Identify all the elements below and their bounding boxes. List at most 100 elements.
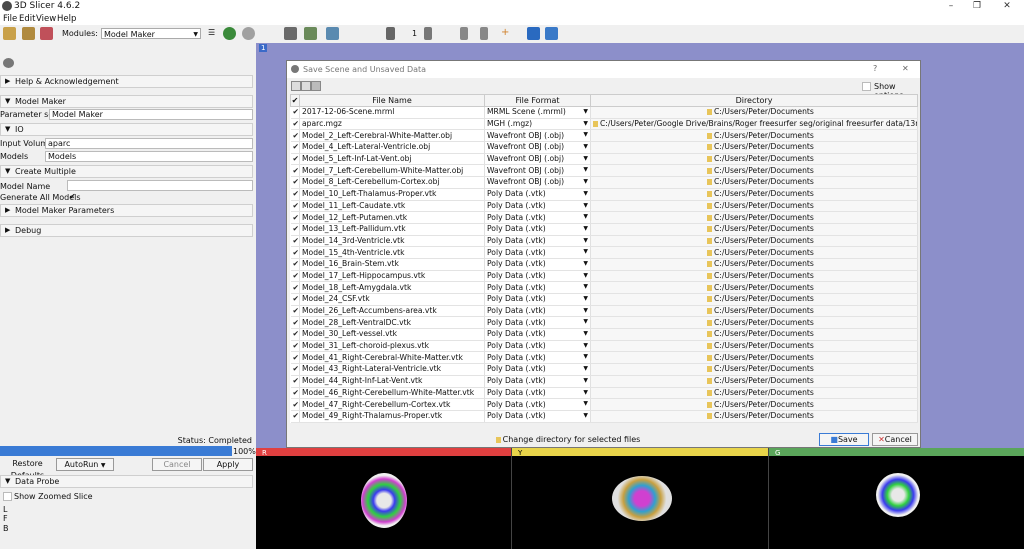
row-directory[interactable]: C:/Users/Peter/Documents (590, 153, 918, 166)
generate-all-checkbox[interactable]: ✔ (69, 192, 76, 201)
row-file-name[interactable]: Model_5_Left-Inf-Lat-Vent.obj (299, 153, 485, 166)
models-select[interactable]: Models (45, 151, 253, 162)
load-dicom-icon[interactable] (22, 27, 35, 40)
row-file-format[interactable]: Wavefront OBJ (.obj) ▼ (484, 164, 591, 178)
table-row[interactable]: ✔ Model_18_Left-Amygdala.vtk Poly Data (.v… (290, 281, 918, 294)
save-icon[interactable] (40, 27, 53, 40)
module-history-icon[interactable]: ☰ (208, 28, 215, 37)
row-directory[interactable]: C:/Users/Peter/Documents (590, 141, 918, 154)
row-checkbox[interactable]: ✔ (290, 118, 300, 131)
cube-view-icon[interactable] (284, 27, 297, 40)
forward-arrow-icon[interactable] (242, 27, 255, 40)
row-file-format[interactable]: Poly Data (.vtk) ▼ (484, 398, 591, 411)
row-checkbox[interactable]: ✔ (290, 223, 300, 236)
slices-view-icon[interactable] (326, 27, 339, 40)
row-checkbox[interactable]: ✔ (290, 141, 300, 154)
model-view-icon[interactable] (304, 27, 317, 40)
row-directory[interactable]: C:/Users/Peter/Documents (590, 176, 918, 189)
row-file-name[interactable]: Model_13_Left-Pallidum.vtk (299, 223, 485, 236)
row-directory[interactable]: C:/Users/Peter/Documents (590, 188, 918, 201)
row-checkbox[interactable]: ✔ (290, 153, 300, 166)
row-file-format[interactable]: Poly Data (.vtk) ▼ (484, 270, 591, 283)
row-file-format[interactable]: Poly Data (.vtk) ▼ (484, 387, 591, 400)
row-file-name[interactable]: Model_16_Brain-Stem.vtk (299, 258, 485, 271)
load-data-icon[interactable] (3, 27, 16, 40)
row-file-format[interactable]: Wavefront OBJ (.obj) ▼ (484, 129, 591, 143)
table-row[interactable]: ✔ Model_31_Left-choroid-plexus.vtk Poly Da… (290, 340, 918, 353)
section-params[interactable]: ▶ Model Maker Parameters (0, 204, 253, 217)
restore-defaults-button[interactable]: Restore Defaults (0, 458, 55, 480)
row-file-format[interactable]: Poly Data (.vtk) ▼ (484, 200, 591, 213)
row-checkbox[interactable]: ✔ (290, 387, 300, 400)
row-checkbox[interactable]: ✔ (290, 363, 300, 376)
slice-view-yellow[interactable]: Y (512, 448, 769, 549)
slice-view-red[interactable]: R (256, 448, 512, 549)
row-file-format[interactable]: MGH (.mgz) ▼ (484, 118, 591, 131)
row-file-name[interactable]: Model_44_Right-Inf-Lat-Vent.vtk (299, 375, 485, 388)
parameter-set-select[interactable]: Model Maker (49, 109, 253, 120)
input-volume-select[interactable]: aparc (45, 138, 253, 149)
row-checkbox[interactable]: ✔ (290, 351, 300, 365)
row-file-format[interactable]: Poly Data (.vtk) ▼ (484, 258, 591, 271)
row-checkbox[interactable]: ✔ (290, 281, 300, 294)
row-file-name[interactable]: Model_31_Left-choroid-plexus.vtk (299, 340, 485, 353)
row-file-format[interactable]: Poly Data (.vtk) ▼ (484, 328, 591, 341)
row-file-format[interactable]: Poly Data (.vtk) ▼ (484, 235, 591, 248)
row-file-name[interactable]: Model_18_Left-Amygdala.vtk (299, 281, 485, 294)
row-directory[interactable]: C:/Users/Peter/Documents (590, 293, 918, 306)
table-row[interactable]: ✔ 2017-12-06-Scene.mrml MRML Scene (.mrml)… (290, 106, 918, 119)
row-directory[interactable]: C:/Users/Peter/Documents (590, 316, 918, 330)
row-directory[interactable]: C:/Users/Peter/Documents (590, 270, 918, 283)
maximize-icon[interactable]: ❐ (964, 0, 990, 13)
row-file-name[interactable]: Model_46_Right-Cerebellum-White-Matter.v… (299, 387, 485, 400)
header-directory[interactable]: Directory (590, 94, 918, 107)
select-all-icon[interactable] (291, 81, 301, 91)
section-create-multiple[interactable]: ▼ Create Multiple (0, 165, 253, 178)
table-row[interactable]: ✔ Model_10_Left-Thalamus-Proper.vtk Poly D… (290, 188, 918, 201)
row-directory[interactable]: C:/Users/Peter/Documents (590, 223, 918, 236)
table-row[interactable]: ✔ Model_12_Left-Putamen.vtk Poly Data (.vt… (290, 211, 918, 224)
row-file-name[interactable]: Model_43_Right-Lateral-Ventricle.vtk (299, 363, 485, 376)
window-level-icon[interactable] (480, 27, 488, 40)
dialog-help-button[interactable]: ? (873, 64, 877, 73)
save-button[interactable]: ■Save (819, 433, 869, 446)
row-file-format[interactable]: Poly Data (.vtk) ▼ (484, 305, 591, 318)
header-check[interactable]: ✔ (290, 94, 300, 107)
row-file-name[interactable]: Model_11_Left-Caudate.vtk (299, 200, 485, 213)
row-file-format[interactable]: MRML Scene (.mrml) ▼ (484, 106, 591, 119)
row-file-format[interactable]: Poly Data (.vtk) ▼ (484, 246, 591, 259)
menu-help[interactable]: Help (57, 14, 76, 24)
view-tab[interactable]: 1 (259, 44, 268, 52)
row-directory[interactable]: C:/Users/Peter/Documents (590, 363, 918, 376)
table-row[interactable]: ✔ Model_47_Right-Cerebellum-Cortex.vtk Pol… (290, 398, 918, 411)
row-file-name[interactable]: Model_47_Right-Cerebellum-Cortex.vtk (299, 398, 485, 411)
row-file-name[interactable]: Model_7_Left-Cerebellum-White-Matter.obj (299, 164, 485, 178)
row-checkbox[interactable]: ✔ (290, 200, 300, 213)
markup-icon[interactable]: + (501, 27, 509, 38)
row-file-format[interactable]: Poly Data (.vtk) ▼ (484, 363, 591, 376)
row-file-format[interactable]: Wavefront OBJ (.obj) ▼ (484, 176, 591, 189)
row-file-format[interactable]: Poly Data (.vtk) ▼ (484, 340, 591, 353)
table-row[interactable]: ✔ Model_2_Left-Cerebral-White-Matter.obj W… (290, 129, 918, 143)
back-arrow-icon[interactable] (223, 27, 236, 40)
row-directory[interactable]: C:/Users/Peter/Documents (590, 340, 918, 353)
row-file-name[interactable]: Model_12_Left-Putamen.vtk (299, 211, 485, 224)
table-row[interactable]: ✔ Model_4_Left-Lateral-Ventricle.obj Wavef… (290, 141, 918, 154)
row-checkbox[interactable]: ✔ (290, 305, 300, 318)
table-row[interactable]: ✔ Model_24_CSF.vtk Poly Data (.vtk) ▼ C:/Use… (290, 293, 918, 306)
select-modified-icon[interactable] (301, 81, 311, 91)
table-row[interactable]: ✔ aparc.mgz MGH (.mgz) ▼ C:/Users/Peter/Goog… (290, 118, 918, 131)
row-file-name[interactable]: Model_2_Left-Cerebral-White-Matter.obj (299, 129, 485, 143)
row-directory[interactable]: C:/Users/Peter/Documents (590, 211, 918, 224)
row-file-format[interactable]: Poly Data (.vtk) ▼ (484, 281, 591, 294)
section-io[interactable]: ▼ IO (0, 123, 253, 136)
python-icon[interactable] (545, 27, 558, 40)
table-row[interactable]: ✔ Model_14_3rd-Ventricle.vtk Poly Data (.v… (290, 235, 918, 248)
row-file-format[interactable]: Poly Data (.vtk) ▼ (484, 211, 591, 224)
row-file-name[interactable]: aparc.mgz (299, 118, 485, 131)
section-debug[interactable]: ▶ Debug (0, 224, 253, 237)
row-file-name[interactable]: Model_41_Right-Cerebral-White-Matter.vtk (299, 351, 485, 365)
row-checkbox[interactable]: ✔ (290, 188, 300, 201)
dialog-close-icon[interactable]: ✕ (902, 64, 909, 73)
minimize-icon[interactable]: – (938, 0, 964, 13)
